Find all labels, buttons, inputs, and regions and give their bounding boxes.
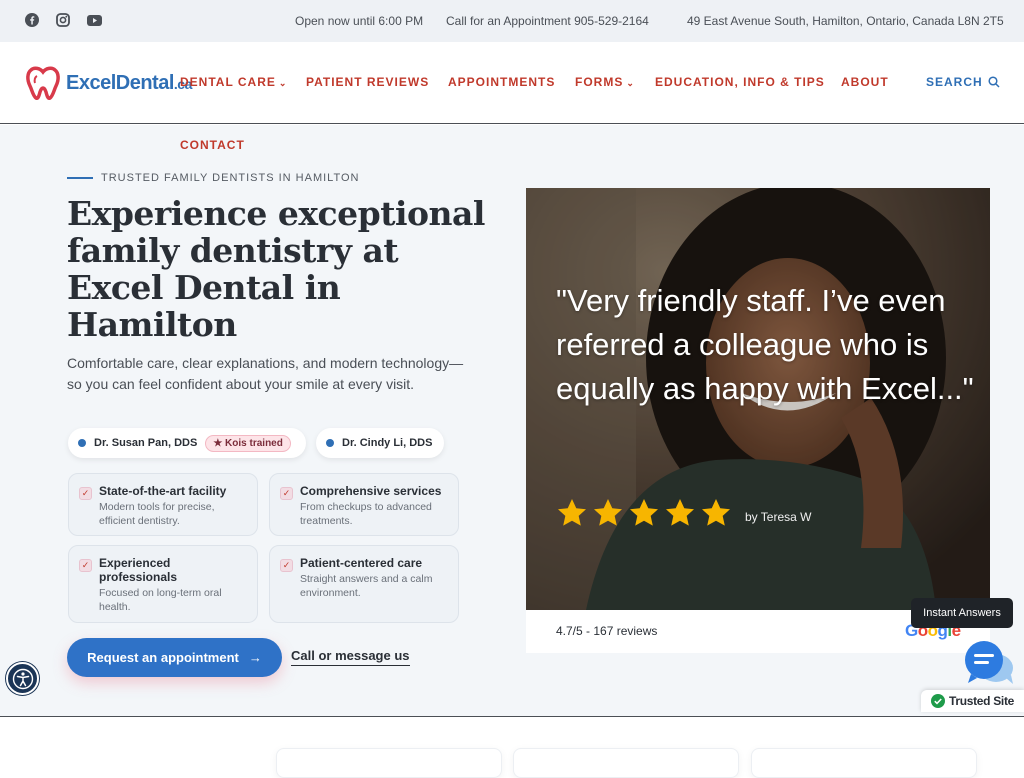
- nav-about[interactable]: ABOUT: [841, 75, 889, 89]
- star-rating: [556, 497, 732, 529]
- feature-title: State-of-the-art facility: [99, 484, 227, 498]
- feature-desc: Straight answers and a calm environment.: [300, 573, 433, 599]
- hero-section: CONTACT TRUSTED FAMILY DENTISTS IN HAMIL…: [0, 125, 1024, 717]
- check-icon: ✓: [280, 559, 293, 572]
- nav-contact[interactable]: CONTACT: [180, 138, 245, 152]
- star-icon: [594, 499, 622, 526]
- search-icon: [988, 76, 1000, 88]
- check-icon: ✓: [79, 487, 92, 500]
- doctor-name: Dr. Cindy Li, DDS: [342, 437, 433, 449]
- doctor-name: Dr. Susan Pan, DDS: [94, 437, 198, 449]
- hero-eyebrow: TRUSTED FAMILY DENTISTS IN HAMILTON: [67, 172, 360, 184]
- eyebrow-rule: [67, 177, 93, 179]
- feature-card: ✓ Experienced professionals Focused on l…: [68, 545, 258, 623]
- star-icon: [558, 499, 586, 526]
- feature-desc: Focused on long-term oral health.: [99, 587, 222, 613]
- star-icon: [630, 499, 658, 526]
- nav-label: EDUCATION, INFO & TIPS: [655, 75, 825, 89]
- nav-label: ABOUT: [841, 75, 889, 89]
- top-utility-bar: Open now until 6:00 PM Call for an Appoi…: [0, 0, 1024, 42]
- youtube-icon[interactable]: [86, 12, 102, 28]
- hero-headline: Experience exceptional family dentistry …: [67, 194, 485, 344]
- office-hours: Open now until 6:00 PM: [295, 14, 424, 28]
- logo-name: ExcelDental: [66, 71, 174, 94]
- social-links: [24, 12, 102, 28]
- cta-label: Request an appointment: [87, 650, 239, 665]
- feature-card: ✓ Comprehensive services From checkups t…: [269, 473, 459, 536]
- instant-answers-tooltip[interactable]: Instant Answers: [911, 598, 1013, 628]
- check-icon: ✓: [79, 559, 92, 572]
- eyebrow-text: TRUSTED FAMILY DENTISTS IN HAMILTON: [101, 172, 360, 184]
- nav-education[interactable]: EDUCATION, INFO & TIPS: [655, 75, 825, 89]
- hero-subtext: Comfortable care, clear explanations, an…: [67, 355, 464, 392]
- doctor-dot-icon: [78, 439, 86, 447]
- nav-patient-reviews[interactable]: PATIENT REVIEWS: [306, 75, 429, 89]
- doctor-dot-icon: [326, 439, 334, 447]
- check-icon: ✓: [280, 487, 293, 500]
- accessibility-icon: [12, 668, 33, 689]
- teaser-card: [276, 748, 502, 778]
- feature-title: Comprehensive services: [300, 484, 442, 498]
- facebook-icon[interactable]: [24, 12, 40, 28]
- accessibility-button[interactable]: [6, 662, 39, 695]
- rating-summary: 4.7/5 - 167 reviews: [556, 624, 658, 638]
- logo-text: ExcelDental.ca: [66, 72, 192, 95]
- search-button[interactable]: SEARCH: [926, 75, 1000, 89]
- trusted-site-label: Trusted Site: [948, 694, 1015, 708]
- instagram-icon[interactable]: [55, 12, 71, 28]
- call-or-message-link[interactable]: Call or message us: [291, 648, 410, 666]
- feature-desc: Modern tools for precise, efficient dent…: [99, 501, 215, 527]
- testimonial-quote: "Very friendly staff. I’ve even referred…: [556, 283, 974, 406]
- feature-card: ✓ Patient-centered care Straight answers…: [269, 545, 459, 623]
- address-text: 49 East Avenue South, Hamilton, Ontario,…: [687, 14, 1004, 28]
- feature-desc: From checkups to advanced treatments.: [300, 501, 432, 527]
- phone-link[interactable]: Call for an Appointment 905-529-2164: [446, 14, 649, 28]
- review-author: by Teresa W: [745, 510, 812, 524]
- site-header: ExcelDental.ca DENTAL CARE ⌄ PATIENT REVI…: [0, 42, 1024, 124]
- feature-title: Patient-centered care: [300, 556, 423, 570]
- nav-dental-care[interactable]: DENTAL CARE ⌄: [180, 75, 287, 89]
- chat-button[interactable]: [962, 640, 1014, 686]
- nav-label: FORMS: [575, 75, 624, 89]
- site-logo[interactable]: ExcelDental.ca: [24, 64, 192, 102]
- feature-card: ✓ State-of-the-art facility Modern tools…: [68, 473, 258, 536]
- nav-label: APPOINTMENTS: [448, 75, 556, 89]
- chat-bubble-icon: [965, 641, 1013, 684]
- doctor-pill-cindy-li[interactable]: Dr. Cindy Li, DDS: [316, 428, 444, 458]
- request-appointment-button[interactable]: Request an appointment →: [67, 638, 282, 677]
- kois-trained-badge: ★ Kois trained: [205, 434, 291, 452]
- trusted-site-badge[interactable]: Trusted Site: [921, 690, 1024, 712]
- check-circle-icon: [930, 694, 945, 708]
- nav-appointments[interactable]: APPOINTMENTS: [448, 75, 555, 89]
- arrow-right-icon: →: [248, 650, 262, 665]
- nav-label: PATIENT REVIEWS: [306, 75, 430, 89]
- teaser-card: [513, 748, 739, 778]
- star-icon: [666, 499, 694, 526]
- search-label: SEARCH: [926, 75, 983, 89]
- nav-forms[interactable]: FORMS ⌄: [575, 75, 635, 89]
- chevron-down-icon: ⌄: [626, 78, 635, 88]
- doctor-pill-susan-pan[interactable]: Dr. Susan Pan, DDS ★ Kois trained: [68, 428, 306, 458]
- nav-label: DENTAL CARE: [180, 75, 276, 89]
- tooth-logo-icon: [26, 66, 60, 100]
- teaser-card: [751, 748, 977, 778]
- chevron-down-icon: ⌄: [278, 78, 288, 88]
- feature-title: Experienced professionals: [99, 556, 178, 584]
- star-icon: [702, 499, 730, 526]
